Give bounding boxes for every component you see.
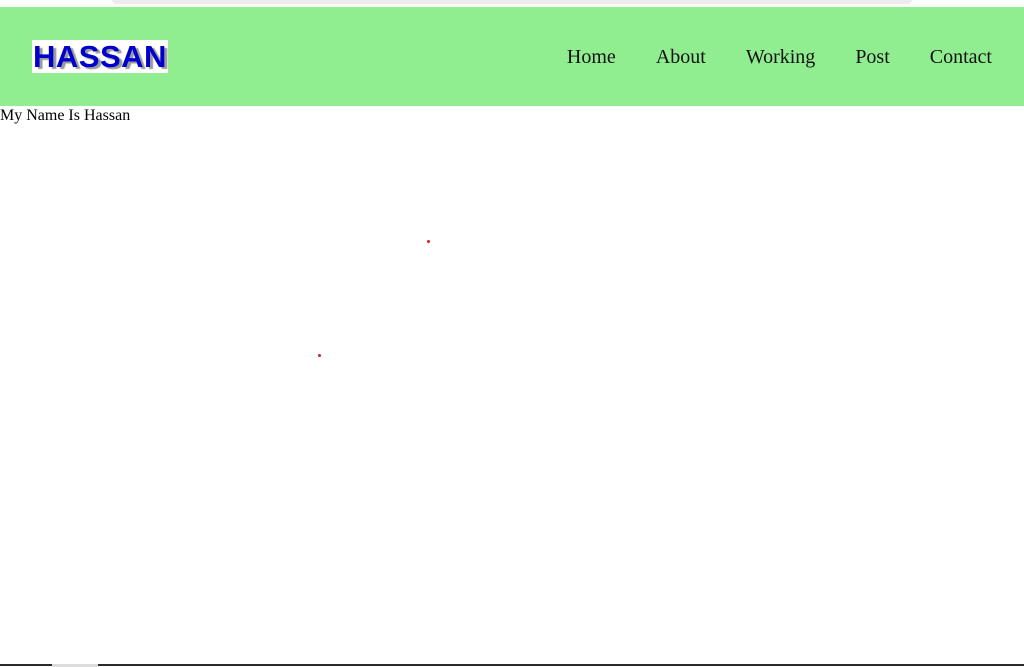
navbar: HASSAN Home About Working Post Contact [0, 7, 1024, 106]
nav-link-about[interactable]: About [656, 44, 706, 70]
nav-link-post[interactable]: Post [855, 44, 889, 70]
red-dot-marker [427, 240, 430, 243]
nav-link-home[interactable]: Home [567, 44, 616, 70]
browser-top-strip [0, 0, 1024, 7]
site-logo[interactable]: HASSAN [32, 40, 168, 73]
nav-link-working[interactable]: Working [746, 44, 816, 70]
intro-text: My Name Is Hassan [0, 107, 131, 124]
nav-menu: Home About Working Post Contact [567, 44, 992, 70]
nav-link-contact[interactable]: Contact [930, 44, 992, 70]
address-bar-edge [112, 0, 912, 4]
red-dot-marker [318, 354, 321, 357]
bottom-border [0, 664, 1024, 666]
